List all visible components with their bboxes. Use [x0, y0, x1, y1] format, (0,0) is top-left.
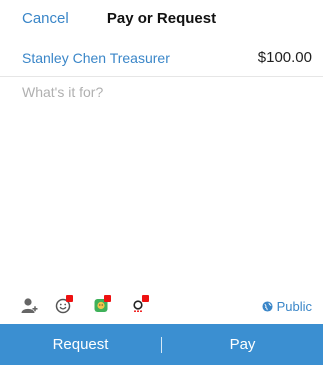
- privacy-selector[interactable]: Public: [262, 299, 312, 314]
- person-add-icon[interactable]: [20, 296, 38, 314]
- pay-button[interactable]: Pay: [162, 324, 323, 365]
- amount-value[interactable]: $100.00: [258, 49, 312, 66]
- request-button[interactable]: Request: [0, 324, 161, 365]
- globe-icon: [262, 301, 273, 312]
- recipient-name[interactable]: Stanley Chen Treasurer: [22, 50, 170, 66]
- page-title: Pay or Request: [106, 10, 217, 27]
- recipient-row: Stanley Chen Treasurer $100.00: [0, 38, 323, 77]
- action-bar: Request Pay: [0, 324, 323, 365]
- header: Cancel Pay or Request: [0, 0, 323, 38]
- special-character-icon[interactable]: [131, 295, 149, 314]
- emoji-icon[interactable]: [55, 295, 73, 314]
- sticker-icon[interactable]: [93, 295, 111, 314]
- privacy-label: Public: [276, 299, 312, 314]
- notification-badge: [104, 295, 111, 302]
- composer-toolbar: Public: [0, 290, 323, 320]
- note-input[interactable]: [22, 84, 312, 284]
- notification-badge: [66, 295, 73, 302]
- notification-badge: [142, 295, 149, 302]
